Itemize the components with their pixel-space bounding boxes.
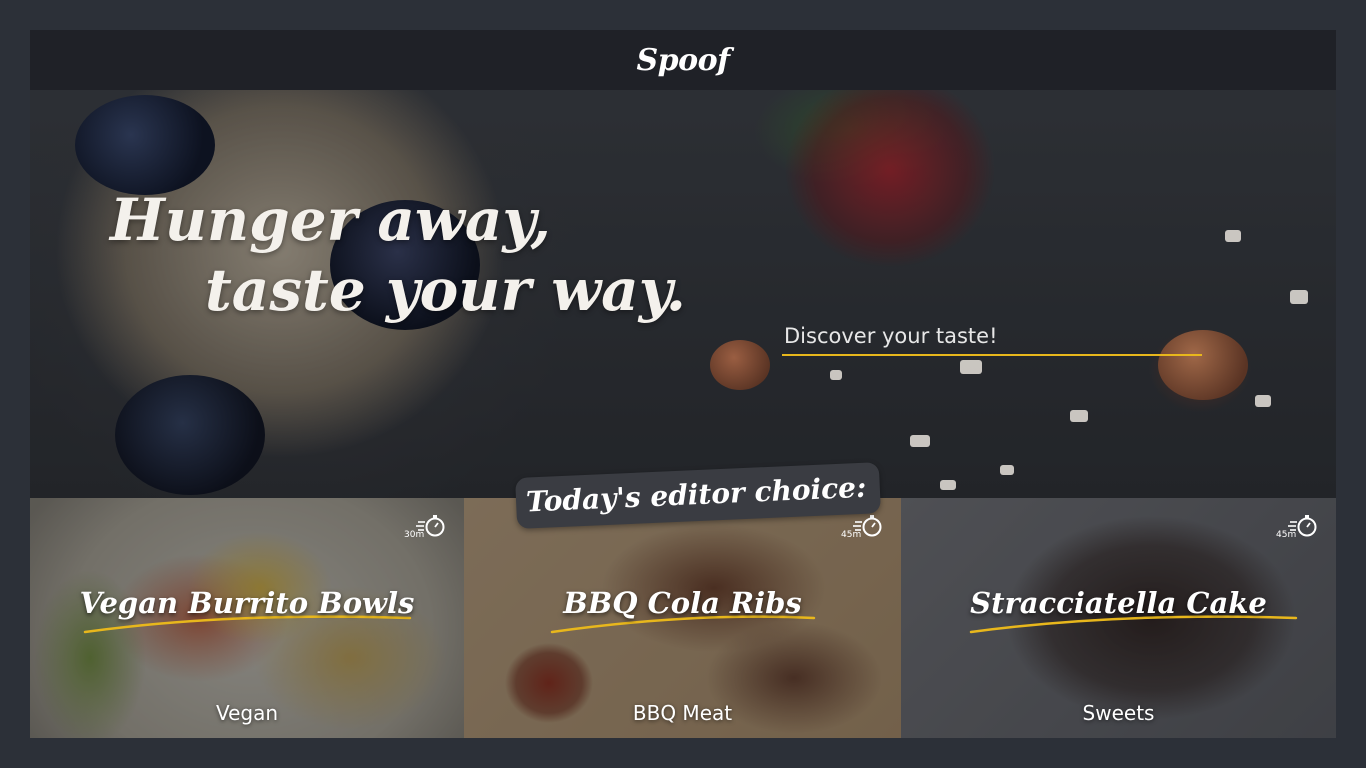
recipe-title[interactable]: BBQ Cola Ribs — [464, 586, 901, 620]
hero-headline-line2: taste your way. — [205, 256, 686, 324]
recipe-title[interactable]: Vegan Burrito Bowls — [30, 586, 464, 620]
nut-crumb — [830, 370, 842, 380]
cook-time: 30m — [404, 514, 446, 542]
recipe-card[interactable]: 45m BBQ Cola Ribs BBQ Meat — [464, 498, 901, 738]
recipe-card[interactable]: 45m Stracciatella Cake Sweets — [901, 498, 1336, 738]
hero-headline-line1: Hunger away, — [110, 186, 551, 254]
hero-banner: Hunger away, taste your way. — [30, 90, 1336, 498]
nut-crumb — [940, 480, 956, 490]
hazelnut-image — [710, 340, 770, 390]
nut-crumb — [1225, 230, 1241, 242]
stopwatch-icon — [416, 515, 445, 537]
nut-crumb — [960, 360, 982, 374]
recipe-cards: 30m Vegan Burrito Bowls Vegan 45m BBQ Co… — [30, 498, 1336, 738]
search-input[interactable] — [782, 318, 1202, 354]
cook-time: 45m — [841, 514, 883, 542]
cook-time: 45m — [1276, 514, 1318, 542]
stopwatch-icon — [1288, 515, 1317, 537]
nut-crumb — [910, 435, 930, 447]
stopwatch-icon — [853, 515, 882, 537]
recipe-card[interactable]: 30m Vegan Burrito Bowls Vegan — [30, 498, 464, 738]
recipe-title[interactable]: Stracciatella Cake — [901, 586, 1336, 620]
blackberry-image — [115, 375, 265, 495]
logo[interactable]: Spoof — [636, 43, 730, 78]
top-bar: Spoof — [30, 30, 1336, 90]
nut-crumb — [1000, 465, 1014, 475]
recipe-category: Vegan — [215, 701, 279, 725]
nut-crumb — [1290, 290, 1308, 304]
search-field — [782, 318, 1202, 356]
hero-headline: Hunger away, taste your way. — [110, 185, 686, 325]
app-frame: Spoof Hunger away, taste your way. 30m — [30, 30, 1336, 738]
nut-crumb — [1070, 410, 1088, 422]
recipe-category: Sweets — [1082, 701, 1155, 725]
nut-crumb — [1255, 395, 1271, 407]
recipe-category: BBQ Meat — [632, 701, 733, 725]
blackberry-image — [75, 95, 215, 195]
